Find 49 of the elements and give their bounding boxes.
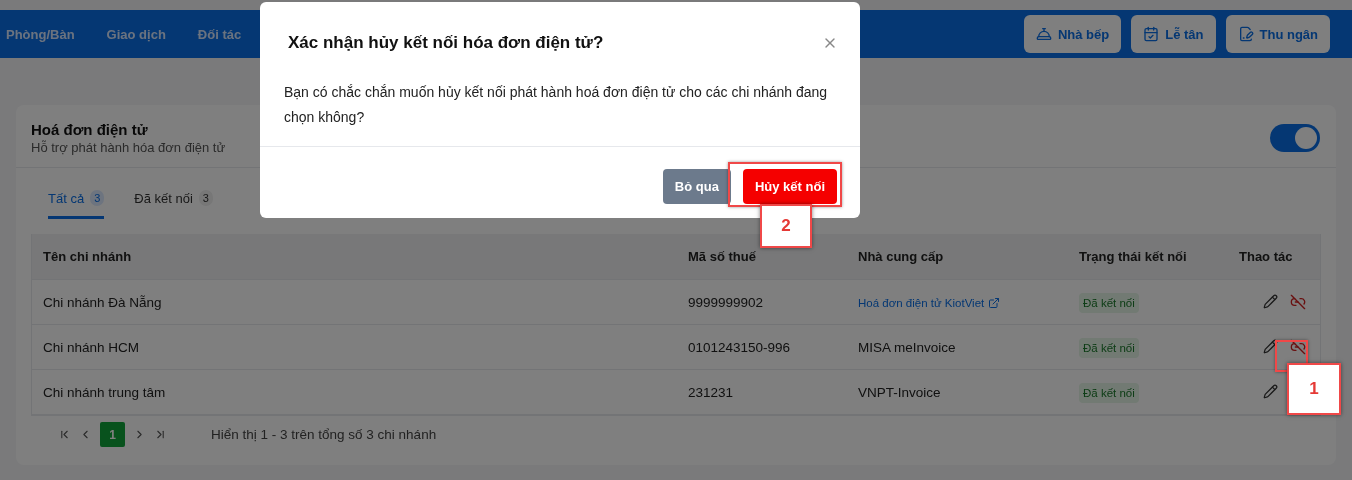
file-icon bbox=[1237, 26, 1254, 42]
column-header: Tên chi nhánh bbox=[43, 249, 133, 264]
column-header: Mã số thuế bbox=[688, 249, 757, 264]
toggle-switch[interactable] bbox=[1270, 124, 1320, 152]
provider-link[interactable]: Hoá đơn điện tử KiotViet bbox=[858, 297, 1001, 309]
edit-icon[interactable] bbox=[1263, 339, 1278, 355]
last-page-icon[interactable] bbox=[154, 428, 167, 441]
nav-link[interactable]: Phòng/Bàn bbox=[6, 26, 75, 42]
dialog-message: Bạn có chắc chắn muốn hủy kết nối phát hành hoá đơn điện tử cho các chi nhánh đang chọn không? bbox=[260, 64, 860, 147]
disconnect-button[interactable]: Hủy kết nối bbox=[742, 169, 837, 204]
unlink-icon[interactable] bbox=[1290, 294, 1306, 310]
status-tag: Đã kết nối bbox=[1079, 338, 1139, 358]
bell-icon bbox=[1035, 26, 1052, 42]
table-cell-text: MISA meInvoice bbox=[858, 339, 957, 355]
status-tag: Đã kết nối bbox=[1079, 383, 1139, 403]
page-button[interactable]: 1 bbox=[100, 422, 125, 447]
table-cell-text: 231231 bbox=[688, 384, 735, 400]
pagination-summary: Hiển thị 1 - 3 trên tổng số 3 chi nhánh bbox=[211, 427, 437, 442]
column-header: Trạng thái kết nối bbox=[1079, 249, 1188, 264]
top-button[interactable]: Thu ngân bbox=[1225, 15, 1330, 53]
first-page-icon[interactable] bbox=[58, 428, 71, 441]
tab[interactable]: Đã kết nối 3 bbox=[134, 190, 213, 219]
external-link-icon bbox=[988, 297, 1001, 309]
card-title: Hoá đơn điện tử bbox=[31, 121, 149, 138]
table-cell-text: 0101243150-996 bbox=[688, 339, 792, 355]
tab[interactable]: Tất cả 3 bbox=[48, 190, 105, 219]
dialog-title: Xác nhận hủy kết nối hóa đơn điện tử? bbox=[288, 33, 604, 53]
table-cell-text: VNPT-Invoice bbox=[858, 384, 942, 400]
edit-icon[interactable] bbox=[1263, 384, 1278, 400]
unlink-icon[interactable] bbox=[1290, 339, 1306, 355]
nav-link[interactable]: Đối tác bbox=[197, 26, 242, 42]
calendar-icon bbox=[1143, 26, 1160, 42]
top-button[interactable]: Nhà bếp bbox=[1023, 15, 1122, 53]
nav-link[interactable]: Giao dịch bbox=[106, 26, 166, 42]
table-cell-text: 9999999902 bbox=[688, 294, 765, 310]
top-button[interactable]: Lễ tân bbox=[1131, 15, 1216, 53]
count-badge: 3 bbox=[90, 190, 105, 206]
table-cell-text: Chi nhánh Đà Nẵng bbox=[43, 294, 163, 310]
column-header: Thao tác bbox=[1239, 249, 1294, 264]
table-cell-text: Chi nhánh trung tâm bbox=[43, 384, 167, 400]
count-badge: 3 bbox=[198, 190, 213, 206]
column-header: Nhà cung cấp bbox=[858, 249, 945, 264]
step-callout: 2 bbox=[760, 204, 812, 248]
table-cell-text: Chi nhánh HCM bbox=[43, 339, 141, 355]
card-subtitle: Hỗ trợ phát hành hóa đơn điện tử bbox=[31, 140, 226, 155]
cancel-button[interactable]: Bỏ qua bbox=[662, 169, 731, 204]
step-callout: 1 bbox=[1287, 363, 1341, 415]
edit-icon[interactable] bbox=[1263, 294, 1278, 310]
status-tag: Đã kết nối bbox=[1079, 293, 1139, 313]
